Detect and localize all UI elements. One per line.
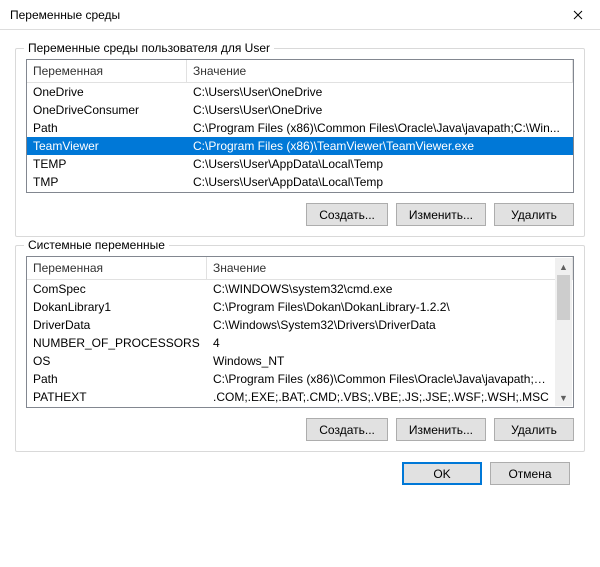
cell-variable: TeamViewer [27,139,187,153]
table-row[interactable]: OneDriveConsumerC:\Users\User\OneDrive [27,101,573,119]
table-row[interactable]: ComSpecC:\WINDOWS\system32\cmd.exe [27,280,556,298]
window-title: Переменные среды [10,8,120,22]
cancel-button[interactable]: Отмена [490,462,570,485]
cell-value: Windows_NT [207,354,556,368]
table-row[interactable]: NUMBER_OF_PROCESSORS4 [27,334,556,352]
close-button[interactable] [555,0,600,29]
system-edit-button[interactable]: Изменить... [396,418,486,441]
system-variables-group: Системные переменные Переменная Значение… [15,245,585,452]
cell-variable: NUMBER_OF_PROCESSORS [27,336,207,350]
cell-value: C:\Program Files\Dokan\DokanLibrary-1.2.… [207,300,556,314]
user-button-row: Создать... Изменить... Удалить [26,203,574,226]
scroll-thumb[interactable] [557,275,570,320]
system-create-button[interactable]: Создать... [306,418,388,441]
table-row[interactable]: TeamViewerC:\Program Files (x86)\TeamVie… [27,137,573,155]
system-list-rows: ComSpecC:\WINDOWS\system32\cmd.exeDokanL… [27,280,573,406]
cell-variable: Path [27,121,187,135]
cell-value: C:\Users\User\AppData\Local\Temp [187,175,573,189]
system-variables-list[interactable]: Переменная Значение ComSpecC:\WINDOWS\sy… [26,256,574,408]
cell-variable: DriverData [27,318,207,332]
cell-value: C:\WINDOWS\system32\cmd.exe [207,282,556,296]
dialog-body: Переменные среды пользователя для User П… [0,30,600,497]
table-row[interactable]: TEMPC:\Users\User\AppData\Local\Temp [27,155,573,173]
system-delete-button[interactable]: Удалить [494,418,574,441]
cell-value: C:\Windows\System32\Drivers\DriverData [207,318,556,332]
user-variables-list[interactable]: Переменная Значение OneDriveC:\Users\Use… [26,59,574,193]
cell-value: C:\Program Files (x86)\Common Files\Orac… [207,372,556,386]
table-row[interactable]: OneDriveC:\Users\User\OneDrive [27,83,573,101]
system-list-header: Переменная Значение [27,257,573,280]
table-row[interactable]: OSWindows_NT [27,352,556,370]
cell-variable: TMP [27,175,187,189]
cell-value: C:\Users\User\OneDrive [187,85,573,99]
cell-value: C:\Users\User\OneDrive [187,103,573,117]
user-delete-button[interactable]: Удалить [494,203,574,226]
system-col-value[interactable]: Значение [207,257,573,279]
table-row[interactable]: TMPC:\Users\User\AppData\Local\Temp [27,173,573,191]
cell-value: C:\Program Files (x86)\Common Files\Orac… [187,121,573,135]
scroll-up-icon[interactable]: ▲ [555,258,572,275]
cell-value: 4 [207,336,556,350]
system-button-row: Создать... Изменить... Удалить [26,418,574,441]
dialog-footer: OK Отмена [15,452,585,485]
cell-variable: OS [27,354,207,368]
system-scrollbar[interactable]: ▲ ▼ [555,258,572,406]
user-list-header: Переменная Значение [27,60,573,83]
system-group-label: Системные переменные [24,238,169,252]
user-col-variable[interactable]: Переменная [27,60,187,82]
table-row[interactable]: PATHEXT.COM;.EXE;.BAT;.CMD;.VBS;.VBE;.JS… [27,388,556,406]
user-create-button[interactable]: Создать... [306,203,388,226]
user-col-value[interactable]: Значение [187,60,573,82]
cell-value: .COM;.EXE;.BAT;.CMD;.VBS;.VBE;.JS;.JSE;.… [207,390,556,404]
cell-variable: OneDriveConsumer [27,103,187,117]
cell-variable: OneDrive [27,85,187,99]
scroll-down-icon[interactable]: ▼ [555,389,572,406]
cell-value: C:\Program Files (x86)\TeamViewer\TeamVi… [187,139,573,153]
system-col-variable[interactable]: Переменная [27,257,207,279]
close-icon [573,10,583,20]
user-group-label: Переменные среды пользователя для User [24,41,274,55]
table-row[interactable]: PathC:\Program Files (x86)\Common Files\… [27,119,573,137]
titlebar: Переменные среды [0,0,600,30]
table-row[interactable]: DriverDataC:\Windows\System32\Drivers\Dr… [27,316,556,334]
user-variables-group: Переменные среды пользователя для User П… [15,48,585,237]
cell-variable: PATHEXT [27,390,207,404]
ok-button[interactable]: OK [402,462,482,485]
table-row[interactable]: PathC:\Program Files (x86)\Common Files\… [27,370,556,388]
cell-variable: Path [27,372,207,386]
user-edit-button[interactable]: Изменить... [396,203,486,226]
cell-variable: ComSpec [27,282,207,296]
table-row[interactable]: DokanLibrary1C:\Program Files\Dokan\Doka… [27,298,556,316]
cell-value: C:\Users\User\AppData\Local\Temp [187,157,573,171]
cell-variable: TEMP [27,157,187,171]
user-list-rows: OneDriveC:\Users\User\OneDriveOneDriveCo… [27,83,573,191]
cell-variable: DokanLibrary1 [27,300,207,314]
